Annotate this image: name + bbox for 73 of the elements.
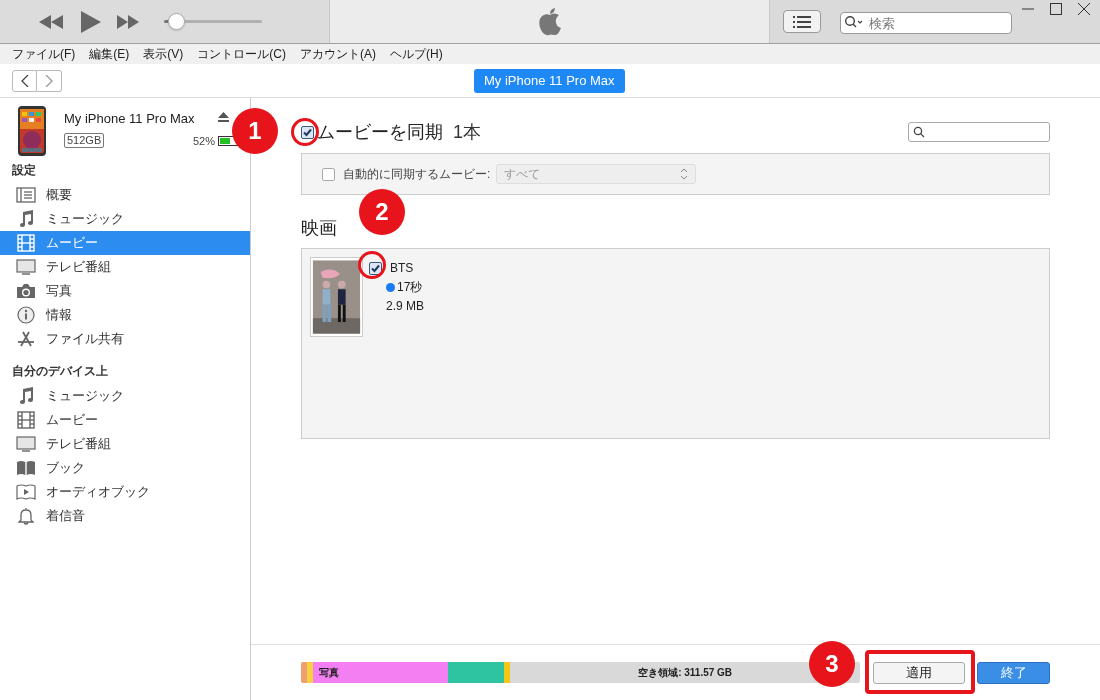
volume-slider[interactable] xyxy=(164,12,262,31)
bell-icon xyxy=(17,507,35,525)
camera-icon xyxy=(16,283,36,299)
auto-sync-label: 自動的に同期するムービー: xyxy=(343,166,491,183)
movie-title: BTS xyxy=(390,260,414,277)
sidebar-item[interactable]: テレビ番組 xyxy=(0,432,250,456)
movie-count: 1本 xyxy=(453,120,481,144)
storage-segment: 写真 xyxy=(313,662,448,683)
sidebar-item[interactable]: ファイル共有 xyxy=(0,327,250,351)
step-marker: 2 xyxy=(359,189,405,235)
filter-search-field[interactable] xyxy=(908,122,1050,142)
search-field[interactable]: 検索 xyxy=(840,12,1012,34)
section-title: ムービーを同期 xyxy=(317,120,443,144)
sidebar-item[interactable]: オーディオブック xyxy=(0,480,250,504)
sidebar-item[interactable]: ミュージック xyxy=(0,207,250,231)
movie-duration: 17秒 xyxy=(397,279,423,296)
play-icon[interactable] xyxy=(81,10,101,33)
battery-percent: 52% xyxy=(192,133,215,149)
chevron-right-icon xyxy=(45,74,53,87)
section-header: 自分のデバイス上 xyxy=(11,363,108,380)
menu-item[interactable]: ファイル(F) xyxy=(12,45,76,63)
forward-button[interactable] xyxy=(37,69,62,92)
list-view-button[interactable] xyxy=(783,10,821,33)
auto-sync-checkbox[interactable] xyxy=(322,167,335,181)
sidebar-item[interactable]: ムービー xyxy=(0,408,250,432)
monitor-icon xyxy=(16,259,36,275)
step-marker: 3 xyxy=(809,641,855,687)
sidebar-item[interactable]: テレビ番組 xyxy=(0,255,250,279)
music-note-icon xyxy=(18,387,34,405)
apple-logo-icon xyxy=(536,6,563,37)
film-icon xyxy=(17,234,35,252)
back-button[interactable] xyxy=(12,69,37,92)
device-name: My iPhone 11 Pro Max xyxy=(64,110,195,128)
menu-item[interactable]: 表示(V) xyxy=(143,45,184,63)
menu-item[interactable]: 編集(E) xyxy=(89,45,130,63)
apply-button[interactable]: 適用 xyxy=(873,661,966,684)
menu-item[interactable]: アカウント(A) xyxy=(300,45,376,63)
menu-item[interactable]: コントロール(C) xyxy=(197,45,286,63)
book-icon xyxy=(16,460,36,476)
movies-heading: 映画 xyxy=(301,217,337,240)
monitor-icon xyxy=(16,436,36,452)
highlight-ring xyxy=(358,251,386,279)
app-store-icon xyxy=(17,330,35,348)
search-icon xyxy=(844,14,864,29)
list-icon xyxy=(793,15,811,28)
fast-forward-icon[interactable] xyxy=(117,14,139,29)
eject-icon[interactable] xyxy=(217,112,229,123)
list-icon xyxy=(16,187,36,203)
section-header: 設定 xyxy=(11,162,36,179)
capacity-label: 512GB xyxy=(64,133,105,149)
close-icon[interactable] xyxy=(1078,3,1090,15)
sidebar-item[interactable]: ミュージック xyxy=(0,384,250,408)
device-tab[interactable]: My iPhone 11 Pro Max xyxy=(474,69,625,93)
sidebar-item[interactable]: 写真 xyxy=(0,279,250,303)
up-down-arrows-icon xyxy=(680,168,689,180)
info-icon xyxy=(17,306,35,324)
sync-checkbox[interactable] xyxy=(301,125,314,139)
highlight-ring xyxy=(291,118,319,146)
sidebar-item[interactable]: 着信音 xyxy=(0,504,250,528)
menu-item[interactable]: ヘルプ(H) xyxy=(390,45,443,63)
sidebar-item[interactable]: 概要 xyxy=(0,183,250,207)
film-icon xyxy=(17,411,35,429)
maximize-icon[interactable] xyxy=(1050,3,1062,15)
audiobook-icon xyxy=(16,483,36,501)
step-marker: 1 xyxy=(232,108,278,154)
movie-size: 2.9 MB xyxy=(386,298,424,315)
search-icon xyxy=(913,126,925,138)
rewind-icon[interactable] xyxy=(39,14,63,29)
music-note-icon xyxy=(18,210,34,228)
movie-checkbox[interactable] xyxy=(369,261,382,275)
chevron-left-icon xyxy=(20,74,29,87)
sidebar-item[interactable]: 情報 xyxy=(0,303,250,327)
sidebar-item[interactable]: ブック xyxy=(0,456,250,480)
